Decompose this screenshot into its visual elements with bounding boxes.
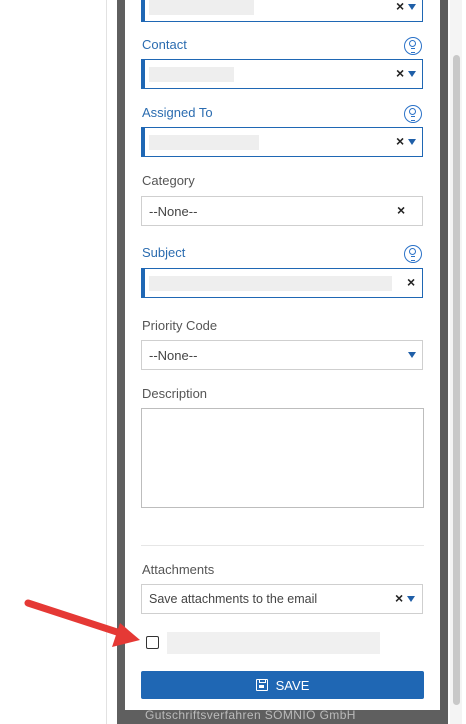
redacted-value [149,135,259,150]
subject-label: Subject [142,245,186,260]
chevron-down-icon[interactable] [408,139,416,145]
priority-code-value: --None-- [149,348,198,363]
clear-icon[interactable]: × [396,65,404,81]
lightbulb-icon[interactable] [404,37,422,55]
clear-icon[interactable]: × [396,0,404,14]
chevron-down-icon[interactable] [408,352,416,358]
description-textarea[interactable] [141,408,424,508]
chevron-down-icon[interactable] [408,4,416,10]
redacted-value [149,67,234,82]
scrollbar-thumb[interactable] [453,55,460,705]
clear-icon[interactable]: × [395,590,403,606]
subject-field[interactable]: × [141,268,423,298]
lightbulb-icon[interactable] [404,245,422,263]
category-label: Category [142,173,195,188]
save-icon [255,679,268,691]
priority-code-label: Priority Code [142,318,218,333]
clear-icon[interactable]: × [397,202,405,218]
lightbulb-icon[interactable] [404,105,422,123]
clear-icon[interactable]: × [396,133,404,149]
category-value: --None-- [149,204,198,219]
redacted-value [149,0,254,15]
top-lookup-field[interactable]: × [141,0,423,22]
contact-field[interactable]: × [141,59,423,89]
bottom-text: Gutschriftsverfahren SOMNIO GmbH [145,710,356,722]
attachments-label: Attachments [142,562,215,577]
redacted-value [149,276,392,291]
chevron-down-icon[interactable] [407,596,415,602]
attachments-value: Save attachments to the email [149,592,318,606]
redacted-checkbox-label [167,632,380,654]
clear-icon[interactable]: × [407,274,415,290]
arrow-icon [24,599,140,647]
attachments-select[interactable]: Save attachments to the email × [141,584,423,614]
divider [141,545,424,546]
priority-code-select[interactable]: --None-- [141,340,423,370]
save-button[interactable]: SAVE [141,671,424,699]
description-label: Description [142,386,208,401]
category-field[interactable]: --None-- × [141,196,423,226]
assigned-to-label: Assigned To [142,105,213,120]
save-label: SAVE [275,677,310,693]
bottom-strip: Gutschriftsverfahren SOMNIO GmbH [117,710,448,724]
assigned-to-field[interactable]: × [141,127,423,157]
chevron-down-icon[interactable] [408,71,416,77]
contact-label: Contact [142,37,187,52]
